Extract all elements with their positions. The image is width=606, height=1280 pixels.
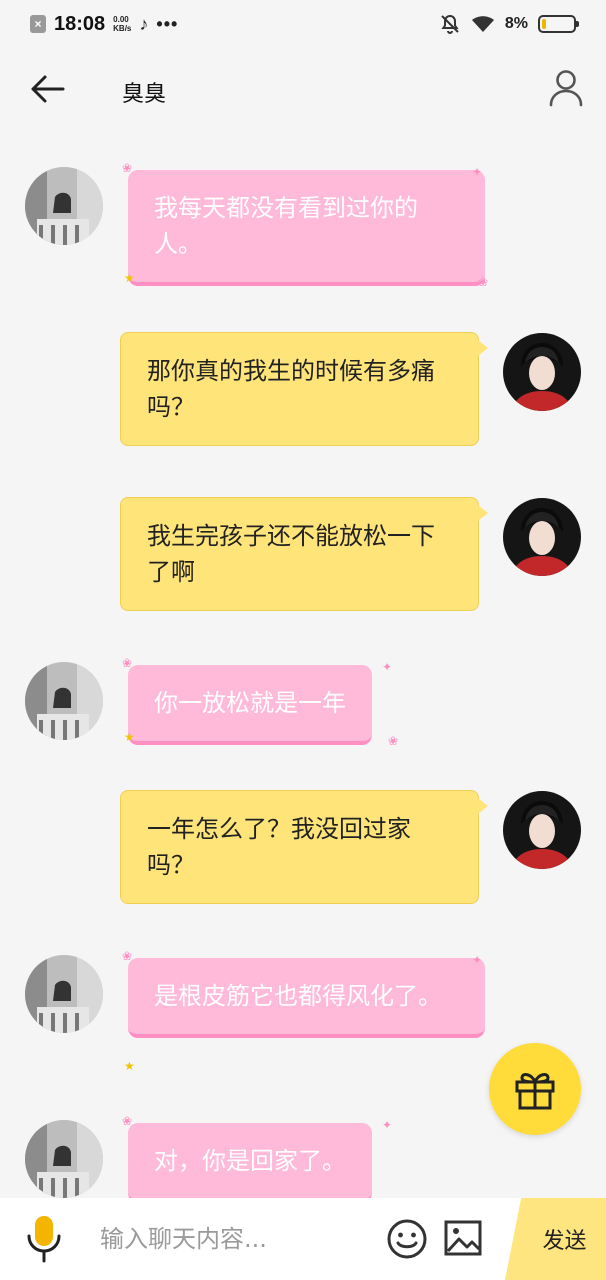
message-bubble-received[interactable]: 我每天都没有看到过你的人。: [128, 170, 485, 286]
battery-level: [542, 19, 546, 29]
status-bar: × 18:08 0.00 KB/s ♪ ••• 8%: [0, 0, 606, 48]
sparkle-decoration-icon: ✦: [382, 660, 393, 674]
contact-avatar-photo: [25, 662, 103, 740]
bow-decoration-icon: ❀: [122, 949, 133, 963]
chat-input-bar: 发送: [0, 1198, 606, 1280]
message-bubble-sent[interactable]: 那你真的我生的时候有多痛吗？: [120, 332, 479, 446]
contact-avatar[interactable]: [25, 662, 103, 740]
sparkle-decoration-icon: ✦: [472, 953, 483, 967]
clock-time: 18:08: [54, 12, 106, 35]
status-bar-right: 8%: [439, 13, 579, 35]
emoji-button[interactable]: [386, 1218, 428, 1260]
status-bar-left: × 18:08 0.00 KB/s ♪ •••: [30, 13, 178, 36]
message-bubble-received[interactable]: 你一放松就是一年: [128, 665, 372, 745]
bow-decoration-icon: ❀: [122, 656, 133, 670]
voice-input-button[interactable]: [22, 1214, 66, 1264]
message-text: 我每天都没有看到过你的人。: [154, 194, 418, 258]
gift-icon: [515, 1073, 555, 1110]
user-avatar-photo: [503, 333, 581, 411]
profile-button[interactable]: [544, 66, 588, 110]
message-bubble-received[interactable]: 对，你是回家了。: [128, 1123, 372, 1203]
network-speed-value: 0.00: [113, 15, 129, 24]
bubble-tail: [478, 798, 488, 814]
user-avatar-photo: [503, 791, 581, 869]
contact-avatar[interactable]: [25, 1120, 103, 1198]
contact-avatar-photo: [25, 955, 103, 1033]
bubble-tail: [478, 340, 488, 356]
message-bubble-received[interactable]: 是根皮筋它也都得风化了。: [128, 958, 485, 1038]
battery-icon: [538, 15, 579, 33]
user-avatar[interactable]: [503, 333, 581, 411]
battery-percent: 8%: [504, 15, 528, 32]
send-button-label: 发送: [542, 1229, 587, 1254]
message-text: 对，你是回家了。: [154, 1147, 346, 1175]
chat-header: 臭臭: [0, 56, 606, 122]
user-avatar[interactable]: [503, 791, 581, 869]
bow-decoration-icon: ❀: [122, 1114, 133, 1128]
gift-button[interactable]: [489, 1043, 581, 1135]
image-icon: [444, 1220, 482, 1256]
wifi-icon: [471, 16, 494, 32]
message-text: 那你真的我生的时候有多痛吗？: [147, 357, 435, 421]
bow-decoration-icon: ❀: [478, 275, 489, 289]
message-text: 是根皮筋它也都得风化了。: [154, 982, 442, 1010]
mute-bell-icon: [441, 14, 459, 34]
bow-decoration-icon: ❀: [122, 161, 133, 175]
message-text: 一年怎么了？我没回过家吗？: [147, 815, 411, 879]
sparkle-decoration-icon: ✦: [472, 165, 483, 179]
sparkle-decoration-icon: ✦: [382, 1118, 393, 1132]
emoji-icon: [387, 1219, 427, 1259]
bow-decoration-icon: ❀: [388, 734, 399, 748]
user-avatar[interactable]: [503, 498, 581, 576]
user-profile-icon: [549, 70, 583, 107]
contact-avatar-photo: [25, 167, 103, 245]
message-bubble-sent[interactable]: 我生完孩子还不能放松一下了啊: [120, 497, 479, 611]
back-button[interactable]: [26, 68, 68, 110]
close-notification-icon: ×: [30, 15, 46, 33]
contact-avatar[interactable]: [25, 167, 103, 245]
contact-avatar[interactable]: [25, 955, 103, 1033]
message-bubble-sent[interactable]: 一年怎么了？我没回过家吗？: [120, 790, 479, 904]
chat-message-input[interactable]: [100, 1218, 370, 1260]
network-speed: 0.00 KB/s: [113, 15, 131, 33]
contact-avatar-photo: [25, 1120, 103, 1198]
star-decoration-icon: ★: [124, 1059, 135, 1073]
back-arrow-icon: [31, 75, 65, 103]
more-notifications-icon: •••: [156, 13, 179, 34]
network-speed-unit: KB/s: [113, 24, 132, 33]
microphone-icon: [27, 1216, 61, 1263]
send-button[interactable]: 发送: [505, 1198, 606, 1280]
star-decoration-icon: ★: [124, 730, 135, 744]
tiktok-icon: ♪: [139, 13, 149, 34]
chat-title: 臭臭: [122, 82, 167, 107]
image-button[interactable]: [443, 1218, 483, 1258]
message-text: 我生完孩子还不能放松一下了啊: [147, 522, 435, 586]
user-avatar-photo: [503, 498, 581, 576]
star-decoration-icon: ★: [124, 271, 135, 285]
message-text: 你一放松就是一年: [154, 689, 346, 717]
bubble-tail: [478, 505, 488, 521]
